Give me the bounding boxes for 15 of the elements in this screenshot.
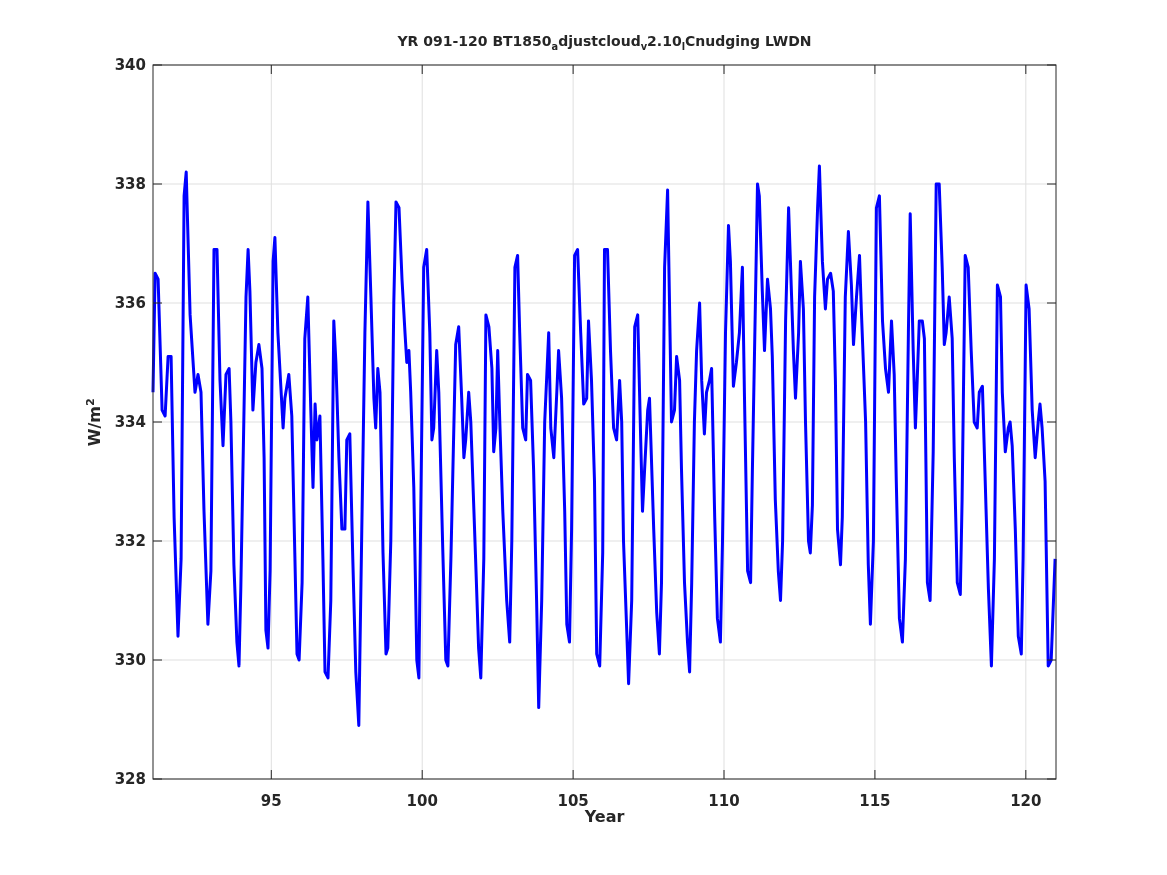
tick-label: 100: [406, 792, 438, 810]
tick-label: 328: [114, 770, 146, 788]
tick-label: 120: [1010, 792, 1042, 810]
tick-label: 115: [859, 792, 891, 810]
tick-label: 110: [708, 792, 740, 810]
tick-label: 332: [114, 532, 146, 550]
tick-label: 334: [114, 413, 146, 431]
axis-label: Year: [584, 807, 625, 826]
tick-label: 330: [114, 651, 146, 669]
chart-title: YR 091-120 BT1850$_{a}$djustcloud$_{v}$2.10$_{l}$Cnudging LWDN: [397, 33, 812, 52]
tick-label: 336: [114, 294, 146, 312]
tick-label: 105: [557, 792, 589, 810]
tick-label: 340: [114, 56, 146, 74]
tick-label: 95: [260, 792, 282, 810]
tick-label: 338: [114, 175, 146, 193]
